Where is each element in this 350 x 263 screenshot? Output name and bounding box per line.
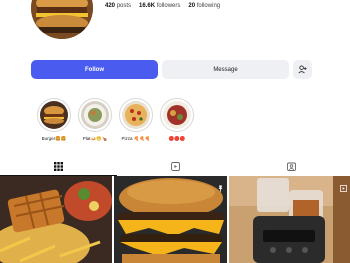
cheeseburger-image bbox=[114, 176, 227, 263]
followers-stat[interactable]: 16.6K followers bbox=[139, 3, 180, 9]
burger-thumbnail bbox=[40, 101, 68, 129]
highlight-burger[interactable]: Burger🍔🍔 bbox=[37, 98, 71, 142]
tab-posts[interactable] bbox=[0, 156, 117, 176]
follow-button[interactable]: Follow bbox=[31, 60, 158, 79]
profile-avatar[interactable] bbox=[31, 0, 93, 39]
post-grid bbox=[0, 176, 350, 263]
highlight-label: Plat🍛😁🍗 bbox=[82, 136, 108, 141]
highlight-label: Pizza 🍕🍕🍕 bbox=[121, 136, 151, 141]
plate-thumbnail bbox=[81, 101, 109, 129]
highlight-label: Burger🍔🍔 bbox=[41, 136, 67, 141]
post-thumbnail[interactable] bbox=[229, 176, 350, 263]
posts-stat[interactable]: 420 posts bbox=[105, 3, 131, 9]
post-thumbnail[interactable] bbox=[114, 176, 227, 263]
highlight-label: 🔴🔴🔴 bbox=[168, 136, 186, 141]
add-user-icon bbox=[298, 65, 307, 74]
highlight-red[interactable]: 🔴🔴🔴 bbox=[160, 98, 194, 142]
grid-icon bbox=[53, 161, 63, 171]
pin-icon bbox=[217, 179, 224, 197]
fryer-appliance-image bbox=[229, 176, 350, 263]
pizza-thumbnail bbox=[122, 101, 150, 129]
food-thumbnail bbox=[163, 101, 191, 129]
reels-icon bbox=[170, 161, 180, 171]
post-thumbnail[interactable] bbox=[0, 176, 112, 263]
following-stat[interactable]: 20 following bbox=[188, 3, 220, 9]
profile-stats: 420 posts 16.6K followers 20 following bbox=[105, 3, 220, 9]
highlight-plat[interactable]: Plat🍛😁🍗 bbox=[78, 98, 112, 142]
message-button[interactable]: Message bbox=[162, 60, 289, 79]
highlight-pizza[interactable]: Pizza 🍕🍕🍕 bbox=[119, 98, 153, 142]
add-user-button[interactable] bbox=[293, 60, 312, 79]
story-highlights: Burger🍔🍔 Plat🍛😁🍗 Pizza 🍕🍕🍕 🔴🔴🔴 bbox=[37, 98, 194, 142]
tab-tagged[interactable] bbox=[233, 156, 350, 176]
reel-icon bbox=[339, 179, 348, 197]
waffle-fries-image bbox=[0, 176, 112, 263]
profile-tabs bbox=[0, 156, 350, 176]
tagged-icon bbox=[287, 162, 297, 171]
tab-reels[interactable] bbox=[117, 156, 234, 176]
